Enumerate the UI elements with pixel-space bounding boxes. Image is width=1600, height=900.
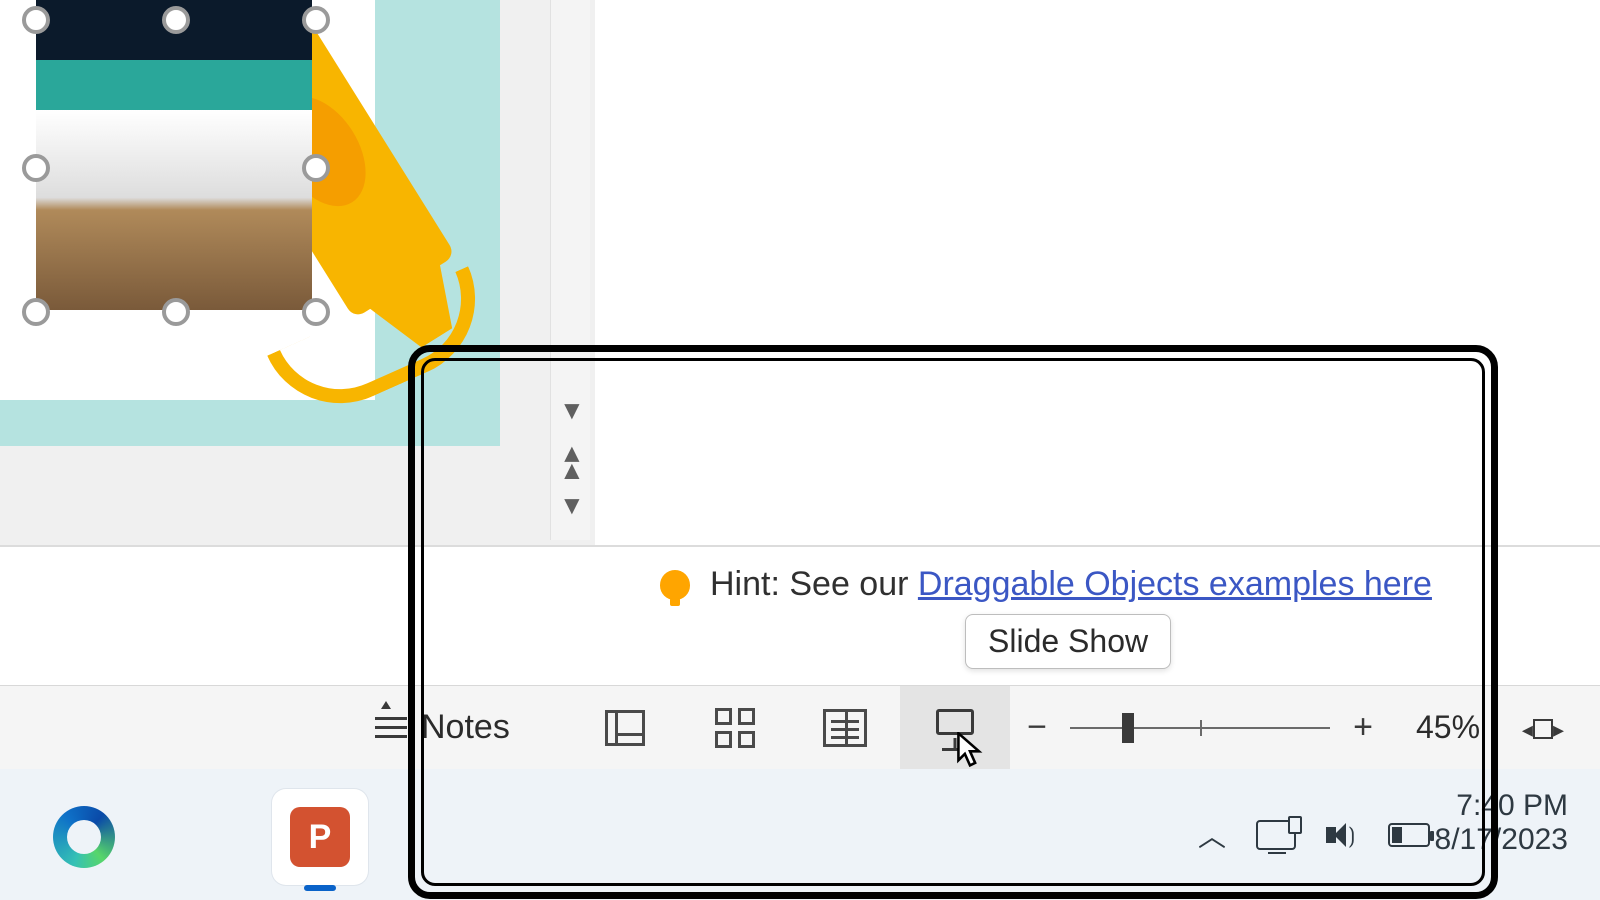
clock-date: 8/17/2023 (1435, 823, 1568, 857)
resize-handle-sw[interactable] (22, 298, 50, 326)
vertical-scrollbar[interactable]: ▼ ▼ ▲ ▼ (550, 0, 590, 540)
notes-icon (375, 711, 407, 744)
tray-speaker-icon[interactable]: ⟯ (1326, 819, 1358, 851)
tray-battery-icon[interactable] (1388, 823, 1430, 847)
taskbar-edge-icon[interactable] (36, 789, 132, 885)
zoom-in-button[interactable]: + (1346, 708, 1380, 747)
taskbar-powerpoint-icon[interactable]: P (272, 789, 368, 885)
resize-handle-se[interactable] (302, 298, 330, 326)
notes-label: Notes (421, 708, 510, 747)
prev-slide-arrow2-icon[interactable]: ▲ (559, 455, 585, 486)
view-reading-button[interactable] (790, 686, 900, 770)
resize-handle-s[interactable] (162, 298, 190, 326)
reading-view-icon (823, 709, 867, 747)
taskbar-clock[interactable]: 7:40 PM 8/17/2023 (1435, 789, 1568, 857)
fit-to-window-button[interactable]: ◂▸ (1522, 711, 1564, 745)
resize-handle-e[interactable] (302, 154, 330, 182)
zoom-percent-label[interactable]: 45% (1416, 709, 1480, 746)
hint-prefix-text: Hint: See our (710, 565, 918, 603)
resize-handle-ne[interactable] (302, 6, 330, 34)
selected-image-object[interactable] (24, 0, 324, 360)
status-bar: Notes − + 45% ◂▸ (0, 685, 1600, 769)
tooltip-slideshow: Slide Show (965, 614, 1171, 669)
tray-overflow-chevron-icon[interactable]: ︿ (1198, 815, 1226, 855)
hint-row: Hint: See our Draggable Objects examples… (660, 565, 1432, 604)
edge-logo-icon (53, 806, 115, 868)
zoom-slider-track[interactable] (1070, 727, 1330, 729)
normal-view-icon (605, 710, 645, 746)
view-slideshow-button[interactable] (900, 686, 1010, 770)
sorter-view-icon (715, 708, 755, 748)
lightbulb-icon (660, 570, 690, 600)
app-canvas: ▼ ▼ ▲ ▼ Hint: See our Draggable Objects … (0, 0, 1600, 900)
zoom-out-button[interactable]: − (1020, 708, 1054, 747)
fit-arrow-right-icon: ▸ (1553, 717, 1564, 742)
system-tray: ︿ ⟯ (1198, 769, 1430, 900)
editor-empty-area (595, 0, 1600, 545)
notes-pane[interactable]: Hint: See our Draggable Objects examples… (0, 545, 1600, 685)
resize-handle-w[interactable] (22, 154, 50, 182)
scroll-down-arrow-icon[interactable]: ▼ (559, 395, 585, 426)
resize-handle-n[interactable] (162, 6, 190, 34)
fit-arrow-left-icon: ◂ (1522, 717, 1533, 742)
notes-toggle[interactable]: Notes (375, 708, 510, 747)
hint-link[interactable]: Draggable Objects examples here (918, 565, 1432, 603)
next-slide-arrow-icon[interactable]: ▼ (559, 490, 585, 521)
windows-taskbar: P ︿ ⟯ 7:40 PM 8/17/2023 (0, 769, 1600, 900)
tray-display-icon[interactable] (1256, 820, 1296, 850)
fit-box-icon (1533, 719, 1553, 739)
clock-time: 7:40 PM (1435, 789, 1568, 823)
resize-handle-nw[interactable] (22, 6, 50, 34)
view-normal-button[interactable] (570, 686, 680, 770)
zoom-slider-thumb[interactable] (1122, 713, 1134, 743)
view-slide-sorter-button[interactable] (680, 686, 790, 770)
powerpoint-logo-icon: P (290, 807, 350, 867)
zoom-control: − + 45% (1020, 708, 1480, 747)
slideshow-view-icon (936, 709, 974, 735)
